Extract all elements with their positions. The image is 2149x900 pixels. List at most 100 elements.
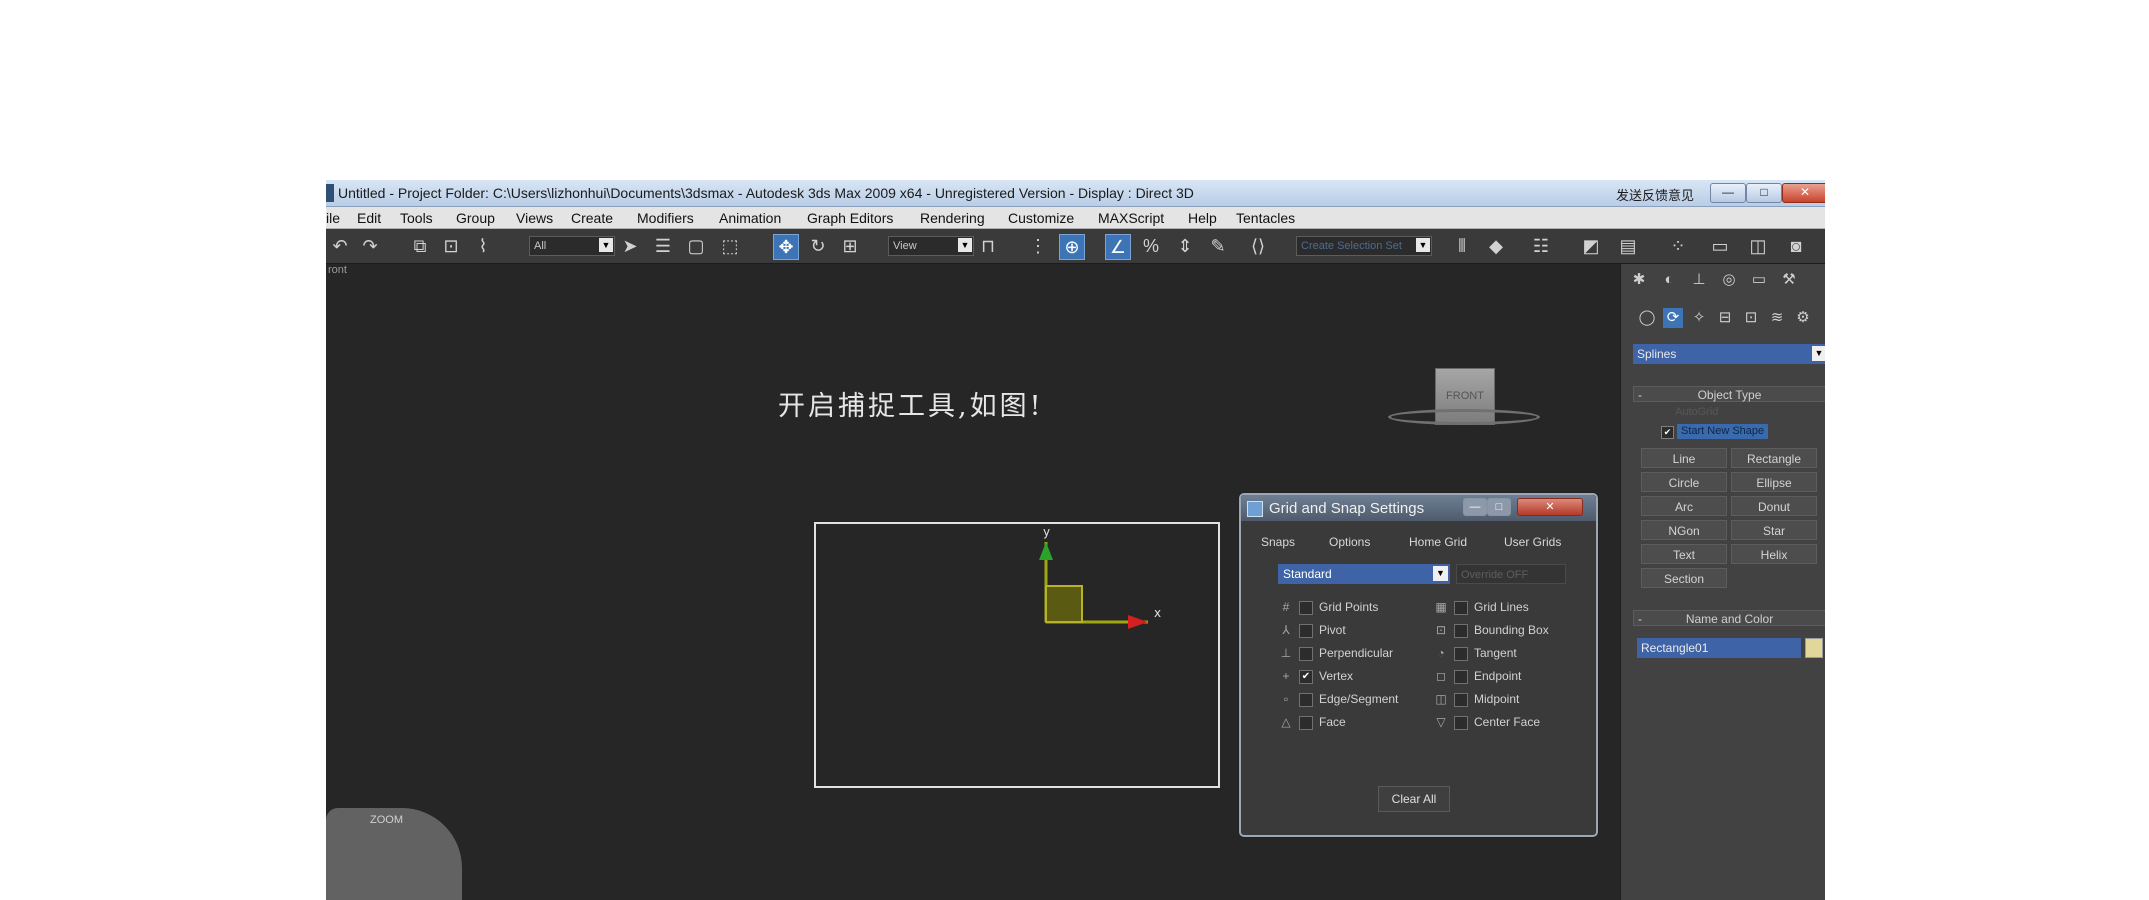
window-crossing-icon[interactable]: ⬚: [718, 234, 742, 258]
geometry-icon[interactable]: ◯: [1637, 308, 1657, 328]
tab-snaps[interactable]: Snaps: [1261, 535, 1295, 549]
select-and-rotate-icon[interactable]: ↻: [806, 234, 830, 258]
perpendicular-checkbox[interactable]: [1299, 647, 1313, 661]
dialog-maximize-button[interactable]: □: [1487, 498, 1511, 516]
snaps-toggle-icon[interactable]: ⊕: [1059, 234, 1085, 260]
viewport-label[interactable]: ront: [328, 264, 347, 276]
mirror-icon[interactable]: ⫴: [1450, 234, 1474, 258]
menu-customize[interactable]: Customize: [1008, 210, 1074, 226]
close-button[interactable]: ✕: [1782, 183, 1825, 203]
percent-snap-icon[interactable]: %: [1139, 234, 1163, 258]
dialog-minimize-button[interactable]: —: [1463, 498, 1487, 516]
face-checkbox[interactable]: [1299, 716, 1313, 730]
donut-button[interactable]: Donut: [1731, 496, 1817, 516]
midpoint-checkbox[interactable]: [1454, 693, 1468, 707]
menu-animation[interactable]: Animation: [719, 210, 781, 226]
select-and-scale-icon[interactable]: ⊞: [838, 234, 862, 258]
menu-maxscript[interactable]: MAXScript: [1098, 210, 1164, 226]
ngon-button[interactable]: NGon: [1641, 520, 1727, 540]
create-panel-icon[interactable]: ✱: [1629, 270, 1649, 290]
pivot-center-icon[interactable]: ⊓: [976, 234, 1000, 258]
utilities-panel-icon[interactable]: ⚒: [1779, 270, 1799, 290]
pivot-checkbox[interactable]: [1299, 624, 1313, 638]
steering-wheel[interactable]: ZOOM: [326, 808, 462, 900]
layer-manager-icon[interactable]: ☷: [1529, 234, 1553, 258]
tab-home-grid[interactable]: Home Grid: [1409, 535, 1467, 549]
shapes-icon[interactable]: ⟳: [1663, 308, 1683, 328]
clear-all-button[interactable]: Clear All: [1378, 786, 1450, 812]
redo-icon[interactable]: ↷: [358, 234, 382, 258]
circle-button[interactable]: Circle: [1641, 472, 1727, 492]
menu-group[interactable]: Group: [456, 210, 495, 226]
rendered-frame-icon[interactable]: ◫: [1746, 234, 1770, 258]
systems-icon[interactable]: ⚙: [1793, 308, 1813, 328]
menu-file[interactable]: ile: [326, 210, 340, 226]
selection-filter-dropdown[interactable]: All ▼: [529, 236, 615, 256]
menu-create[interactable]: Create: [571, 210, 613, 226]
object-color-swatch[interactable]: [1805, 638, 1823, 658]
arc-button[interactable]: Arc: [1641, 496, 1727, 516]
menu-modifiers[interactable]: Modifiers: [637, 210, 694, 226]
render-setup-icon[interactable]: ▭: [1708, 234, 1732, 258]
section-button[interactable]: Section: [1641, 568, 1727, 588]
steering-zoom-label[interactable]: ZOOM: [370, 814, 403, 826]
material-editor-icon[interactable]: ⁘: [1666, 234, 1690, 258]
select-and-link-icon[interactable]: ⧉: [408, 234, 432, 258]
start-new-shape-toggle[interactable]: ✔ Start New Shape: [1661, 424, 1825, 440]
render-production-icon[interactable]: ◙: [1784, 234, 1808, 258]
keyboard-shortcut-icon[interactable]: ⟨⟩: [1246, 234, 1270, 258]
bind-space-warp-icon[interactable]: ⌇: [471, 234, 495, 258]
snap-type-dropdown[interactable]: Standard ▼: [1278, 564, 1450, 584]
menu-rendering[interactable]: Rendering: [920, 210, 985, 226]
unlink-selection-icon[interactable]: ⊡: [439, 234, 463, 258]
grid-points-checkbox[interactable]: [1299, 601, 1313, 615]
edge-segment-checkbox[interactable]: [1299, 693, 1313, 707]
menu-edit[interactable]: Edit: [357, 210, 381, 226]
selection-region-icon[interactable]: ▢: [684, 234, 708, 258]
maximize-button[interactable]: □: [1746, 183, 1782, 203]
menu-views[interactable]: Views: [516, 210, 553, 226]
object-type-rollout-header[interactable]: - Object Type: [1633, 386, 1825, 402]
star-button[interactable]: Star: [1731, 520, 1817, 540]
space-warps-icon[interactable]: ≋: [1767, 308, 1787, 328]
menu-tools[interactable]: Tools: [400, 210, 433, 226]
center-face-checkbox[interactable]: [1454, 716, 1468, 730]
reference-coordinate-dropdown[interactable]: View ▼: [888, 236, 974, 256]
cameras-icon[interactable]: ⊟: [1715, 308, 1735, 328]
motion-panel-icon[interactable]: ◎: [1719, 270, 1739, 290]
menu-graph-editors[interactable]: Graph Editors: [807, 210, 893, 226]
grid-lines-checkbox[interactable]: [1454, 601, 1468, 615]
object-name-input[interactable]: Rectangle01: [1637, 638, 1801, 658]
app-logo-icon[interactable]: [326, 184, 334, 202]
name-and-color-rollout-header[interactable]: - Name and Color: [1633, 610, 1825, 626]
modify-panel-icon[interactable]: ◐: [1659, 270, 1679, 290]
endpoint-checkbox[interactable]: [1454, 670, 1468, 684]
manipulate-icon[interactable]: ⋮: [1026, 234, 1050, 258]
spinner-snap-icon[interactable]: ⇕: [1173, 234, 1197, 258]
edit-named-selection-icon[interactable]: ✎: [1206, 234, 1230, 258]
menu-tentacles[interactable]: Tentacles: [1236, 210, 1295, 226]
align-icon[interactable]: ◆: [1484, 234, 1508, 258]
minimize-button[interactable]: —: [1710, 183, 1746, 203]
feedback-link[interactable]: 发送反馈意见: [1616, 185, 1694, 204]
helpers-icon[interactable]: ⊡: [1741, 308, 1761, 328]
tab-user-grids[interactable]: User Grids: [1504, 535, 1561, 549]
start-new-shape-checkbox[interactable]: ✔: [1661, 426, 1674, 439]
line-button[interactable]: Line: [1641, 448, 1727, 468]
viewcube-compass-ring[interactable]: [1388, 409, 1540, 425]
hierarchy-panel-icon[interactable]: ⊥: [1689, 270, 1709, 290]
lights-icon[interactable]: ✧: [1689, 308, 1709, 328]
tangent-checkbox[interactable]: [1454, 647, 1468, 661]
dialog-close-button[interactable]: ✕: [1517, 498, 1583, 516]
curve-editor-icon[interactable]: ◩: [1579, 234, 1603, 258]
select-object-icon[interactable]: ➤: [618, 234, 642, 258]
text-button[interactable]: Text: [1641, 544, 1727, 564]
transform-gizmo[interactable]: y x: [1006, 514, 1176, 654]
schematic-view-icon[interactable]: ▤: [1616, 234, 1640, 258]
display-panel-icon[interactable]: ▭: [1749, 270, 1769, 290]
rectangle-button[interactable]: Rectangle: [1731, 448, 1817, 468]
menu-help[interactable]: Help: [1188, 210, 1217, 226]
helix-button[interactable]: Helix: [1731, 544, 1817, 564]
angle-snap-icon[interactable]: ∠: [1105, 234, 1131, 260]
undo-icon[interactable]: ↶: [328, 234, 352, 258]
